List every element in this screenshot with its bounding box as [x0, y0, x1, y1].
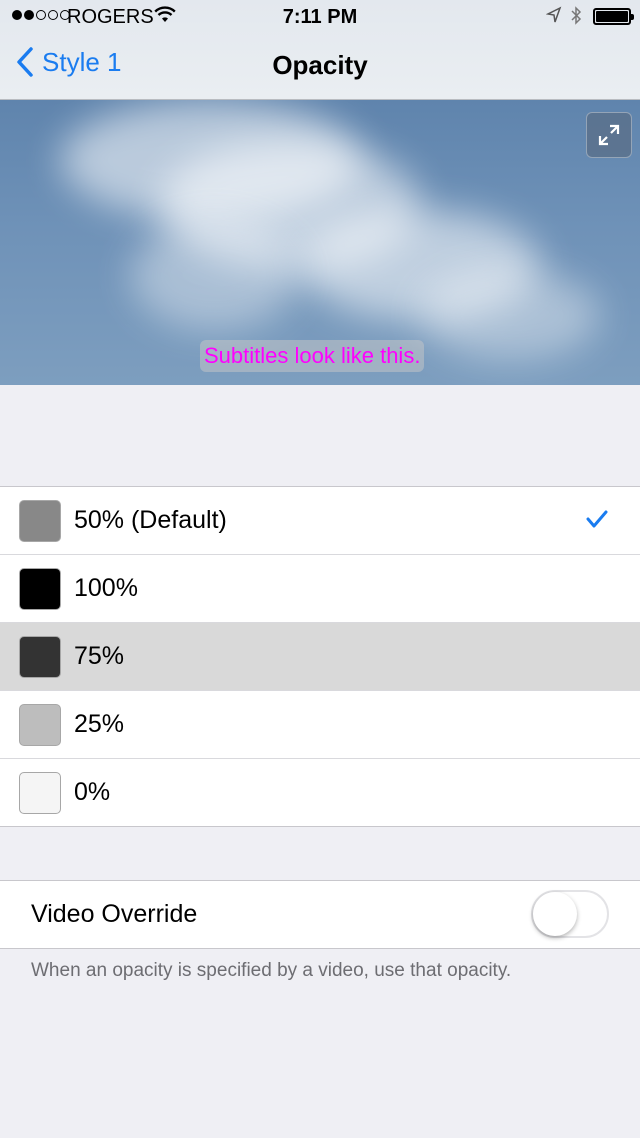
checkmark-icon	[586, 510, 608, 528]
status-time: 7:11 PM	[282, 6, 358, 28]
color-swatch	[19, 499, 61, 542]
opacity-options-list: 50% (Default) 100% 75% 25% 0%	[0, 486, 640, 827]
subtitle-sample: Subtitles look like this.	[200, 340, 425, 372]
opacity-option-label: 50% (Default)	[74, 506, 227, 534]
opacity-option-row[interactable]: 0%	[0, 758, 640, 826]
color-swatch	[19, 771, 61, 814]
opacity-option-label: 25%	[74, 710, 125, 738]
video-override-footnote: When an opacity is specified by a video,…	[31, 960, 512, 981]
color-swatch	[19, 635, 61, 678]
opacity-option-row[interactable]: 50% (Default)	[0, 487, 640, 554]
opacity-option-row[interactable]: 100%	[0, 554, 640, 622]
opacity-option-label: 100%	[74, 574, 138, 602]
location-arrow-icon	[545, 6, 562, 30]
opacity-option-label: 75%	[74, 642, 125, 670]
cloud-shape	[420, 270, 600, 360]
video-override-switch[interactable]	[531, 890, 609, 938]
battery-icon	[593, 8, 634, 25]
status-bar: ROGERS 7:11 PM	[0, 0, 640, 34]
top-bar: ROGERS 7:11 PM Style 1 Opacity	[0, 0, 640, 100]
color-swatch	[19, 567, 61, 610]
opacity-option-row[interactable]: 75%	[0, 622, 640, 690]
opacity-option-label: 0%	[74, 778, 111, 806]
color-swatch	[19, 703, 61, 746]
fullscreen-button[interactable]	[586, 112, 632, 158]
switch-knob	[533, 892, 577, 936]
video-override-row: Video Override	[0, 880, 640, 949]
bluetooth-icon	[570, 5, 582, 33]
expand-icon	[598, 124, 620, 146]
page-title: Opacity	[272, 50, 368, 80]
opacity-option-row[interactable]: 25%	[0, 690, 640, 758]
video-override-label: Video Override	[31, 900, 198, 928]
cloud-shape	[130, 220, 300, 330]
